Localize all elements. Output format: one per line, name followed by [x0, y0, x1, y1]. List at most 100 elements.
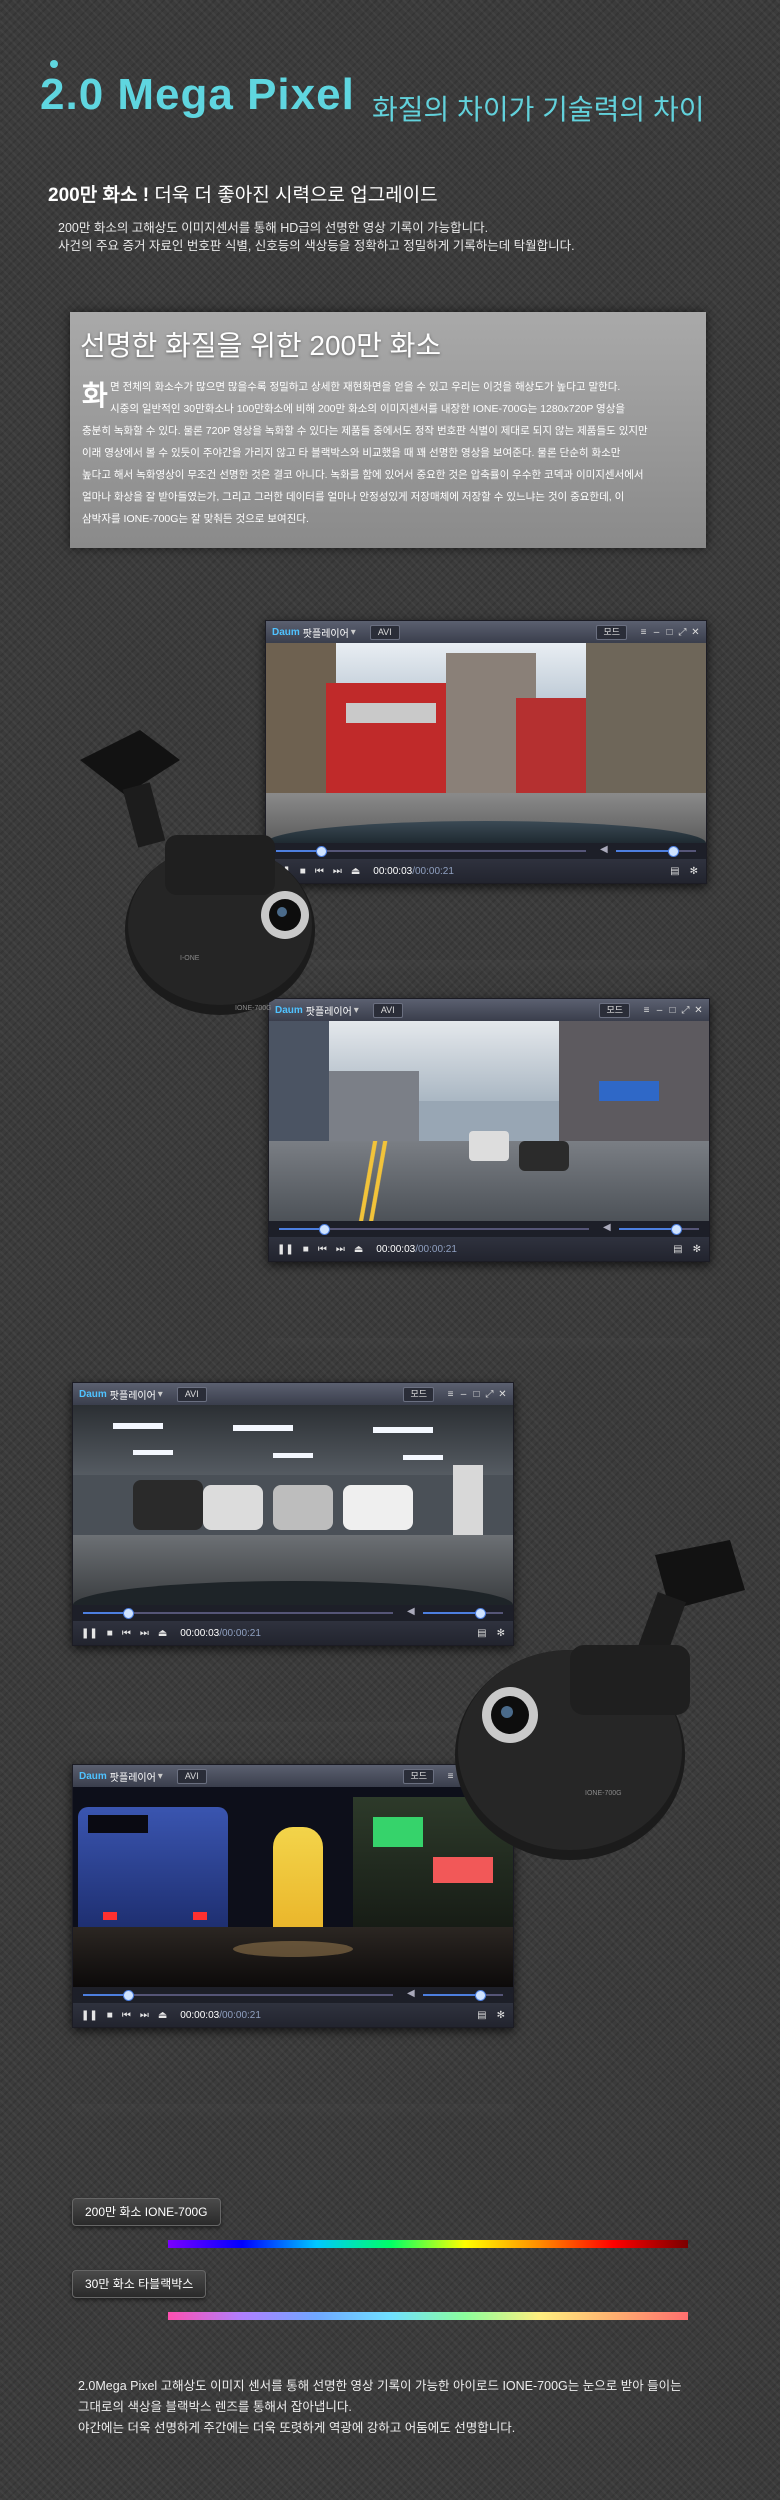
maximize-icon[interactable]: □: [665, 627, 674, 637]
player-reflection: [72, 2104, 514, 2118]
speaker-icon[interactable]: ◀: [407, 1606, 415, 1617]
stop-icon[interactable]: ■: [107, 1628, 113, 1639]
speaker-icon[interactable]: ◀: [407, 1988, 415, 1999]
seek-knob[interactable]: [123, 1990, 134, 2001]
mode-dropdown[interactable]: 모드: [596, 624, 627, 640]
close-icon[interactable]: ✕: [691, 627, 700, 637]
volume-knob[interactable]: [668, 846, 679, 857]
time-current: 00:00:03: [373, 865, 413, 877]
fullscreen-icon[interactable]: ⤢: [681, 1005, 690, 1015]
mode-dropdown[interactable]: 모드: [599, 1002, 630, 1018]
minimize-icon[interactable]: –: [652, 627, 661, 637]
player-reflection: [268, 1338, 710, 1352]
playlist-icon[interactable]: ▤: [673, 1244, 682, 1255]
description-line: 얼마나 화상을 잘 받아들였는가, 그리고 그러한 데이터를 얼마나 안정성있게…: [82, 491, 625, 503]
close-icon[interactable]: ✕: [694, 1005, 703, 1015]
prev-icon[interactable]: ⏮: [122, 2010, 131, 2021]
player-titlebar: Daum 팟플레이어 ▾ AVI 모드 ≡ – □ ⤢ ✕: [266, 621, 706, 643]
playlist-icon[interactable]: ▤: [477, 2010, 486, 2021]
player-titlebar: Daum 팟플레이어 ▾ AVI 모드 ≡ – □ ⤢ ✕: [73, 1383, 513, 1405]
intro-line: 200만 화소의 고해상도 이미지센서를 통해 HD급의 선명한 영상 기록이 …: [58, 221, 489, 235]
title-accent-dot: [50, 60, 58, 68]
seek-bar[interactable]: ◀: [73, 1987, 513, 2003]
description-line: 시중의 일반적인 30만화소나 100만화소에 비해 200만 화소의 이미지센…: [110, 403, 626, 415]
menu-icon[interactable]: ≡: [446, 1389, 455, 1399]
player-logo[interactable]: Daum: [79, 1771, 107, 1782]
gear-icon[interactable]: ✻: [497, 2010, 505, 2021]
eject-icon[interactable]: ⏏: [158, 1628, 167, 1639]
time-total: 00:00:21: [414, 865, 454, 877]
menu-icon[interactable]: ≡: [639, 627, 648, 637]
player-app-name[interactable]: 팟플레이어: [110, 1387, 156, 1402]
description-title: 선명한 화질을 위한 200만 화소: [80, 330, 442, 361]
player-app-name[interactable]: 팟플레이어: [303, 625, 349, 640]
player-app-name[interactable]: 팟플레이어: [110, 1769, 156, 1784]
maximize-icon[interactable]: □: [668, 1005, 677, 1015]
color-bar-700g: [168, 2240, 688, 2248]
minimize-icon[interactable]: –: [459, 1389, 468, 1399]
fullscreen-icon[interactable]: ⤢: [678, 627, 687, 637]
player-logo[interactable]: Daum: [79, 1389, 107, 1400]
playlist-icon[interactable]: ▤: [670, 866, 679, 877]
description-line: 충분히 녹화할 수 있다. 물론 720P 영상을 녹화할 수 있다는 제품들 …: [82, 425, 648, 437]
seek-knob[interactable]: [123, 1608, 134, 1619]
mode-dropdown[interactable]: 모드: [403, 1386, 434, 1402]
eject-icon[interactable]: ⏏: [354, 1244, 363, 1255]
prev-icon[interactable]: ⏮: [318, 1244, 327, 1255]
stop-icon[interactable]: ■: [303, 1244, 309, 1255]
prev-icon[interactable]: ⏮: [122, 1628, 131, 1639]
player-controls: ❚❚ ■ ⏮ ⏭ ⏏ 00:00:03 / 00:00:21 ▤✻: [73, 2003, 513, 2027]
chevron-down-icon[interactable]: ▾: [354, 1005, 359, 1016]
dashcam-model: IONE-700G: [585, 1790, 622, 1797]
gear-icon[interactable]: ✻: [693, 1244, 701, 1255]
seek-knob[interactable]: [319, 1224, 330, 1235]
next-icon[interactable]: ⏭: [336, 1244, 345, 1255]
intro-text: 200만 화소의 고해상도 이미지센서를 통해 HD급의 선명한 영상 기록이 …: [58, 219, 758, 255]
menu-icon[interactable]: ≡: [642, 1005, 651, 1015]
next-icon[interactable]: ⏭: [140, 1628, 149, 1639]
dashcam-product-image: I-ONE IONE-700G: [70, 730, 350, 1030]
time-current: 00:00:03: [180, 2009, 220, 2021]
dashcam-model: IONE-700G: [235, 1005, 272, 1012]
gear-icon[interactable]: ✻: [690, 866, 698, 877]
speaker-icon[interactable]: ◀: [600, 844, 608, 855]
chevron-down-icon[interactable]: ▾: [158, 1389, 163, 1400]
chevron-down-icon[interactable]: ▾: [351, 627, 356, 638]
color-bar-other: [168, 2312, 688, 2320]
time-total: 00:00:21: [221, 2009, 261, 2021]
pause-icon[interactable]: ❚❚: [81, 2010, 98, 2021]
page-title: 2.0 Mega Pixel: [40, 70, 355, 119]
player-controls: ❚❚ ■ ⏮ ⏭ ⏏ 00:00:03 / 00:00:21 ▤✻: [269, 1237, 709, 1261]
next-icon[interactable]: ⏭: [140, 2010, 149, 2021]
time-total: 00:00:21: [417, 1243, 457, 1255]
maximize-icon[interactable]: □: [472, 1389, 481, 1399]
description-line: 면 전체의 화소수가 많으면 많을수록 정밀하고 상세한 재현화면을 얻을 수 …: [110, 381, 621, 393]
minimize-icon[interactable]: –: [655, 1005, 664, 1015]
player-logo[interactable]: Daum: [272, 627, 300, 638]
volume-knob[interactable]: [475, 1990, 486, 2001]
tag-other: 30만 화소 타블랙박스: [72, 2270, 207, 2298]
video-frame-road: [269, 1021, 709, 1221]
section-heading: 200만 화소 ! 더욱 더 좋아진 시력으로 업그레이드: [48, 180, 438, 207]
time-total: 00:00:21: [221, 1627, 261, 1639]
speaker-icon[interactable]: ◀: [603, 1222, 611, 1233]
drop-cap: 화: [82, 380, 108, 411]
eject-icon[interactable]: ⏏: [158, 2010, 167, 2021]
fullscreen-icon[interactable]: ⤢: [485, 1389, 494, 1399]
description-line: 삼박자를 IONE-700G는 잘 맞춰든 것으로 보여진다.: [82, 513, 309, 525]
format-badge: AVI: [369, 624, 400, 640]
seek-bar[interactable]: ◀: [269, 1221, 709, 1237]
close-icon[interactable]: ✕: [498, 1389, 507, 1399]
volume-knob[interactable]: [671, 1224, 682, 1235]
pause-icon[interactable]: ❚❚: [81, 1628, 98, 1639]
footer-text: 2.0Mega Pixel 고해상도 이미지 센서를 통해 선명한 영상 기록이…: [78, 2376, 738, 2439]
footer-line: 2.0Mega Pixel 고해상도 이미지 센서를 통해 선명한 영상 기록이…: [78, 2379, 682, 2393]
format-badge: AVI: [176, 1768, 207, 1784]
chevron-down-icon[interactable]: ▾: [158, 1771, 163, 1782]
footer-line: 그대로의 색상을 블랙박스 렌즈를 통해서 잡아냅니다.: [78, 2400, 352, 2414]
footer-line: 야간에는 더욱 선명하게 주간에는 더욱 또렷하게 역광에 강하고 어둠에도 선…: [78, 2421, 516, 2435]
pause-icon[interactable]: ❚❚: [277, 1244, 294, 1255]
eject-icon[interactable]: ⏏: [351, 866, 360, 877]
stop-icon[interactable]: ■: [107, 2010, 113, 2021]
format-badge: AVI: [372, 1002, 403, 1018]
